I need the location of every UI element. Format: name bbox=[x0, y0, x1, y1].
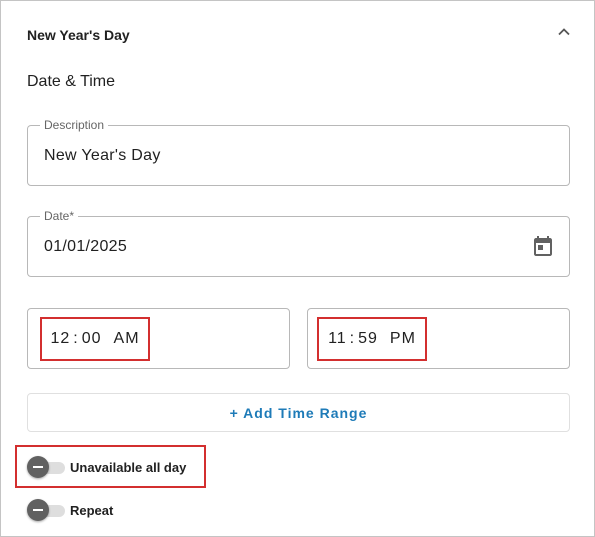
start-time-highlight[interactable]: 12 : 00 AM bbox=[40, 317, 150, 361]
calendar-icon[interactable] bbox=[531, 234, 555, 258]
panel-title: New Year's Day bbox=[27, 27, 130, 43]
switch-thumb[interactable] bbox=[27, 499, 49, 521]
start-ampm[interactable]: AM bbox=[114, 330, 140, 348]
chevron-up-icon[interactable] bbox=[556, 24, 572, 40]
date-label: Date* bbox=[40, 208, 79, 224]
description-field[interactable]: Description New Year's Day bbox=[27, 117, 570, 186]
description-value: New Year's Day bbox=[44, 147, 161, 164]
unavailable-toggle-row: Unavailable all day bbox=[27, 455, 186, 479]
end-time-highlight[interactable]: 11 : 59 PM bbox=[317, 317, 427, 361]
unavailable-label: Unavailable all day bbox=[70, 459, 187, 475]
time-separator: : bbox=[349, 330, 356, 347]
repeat-label: Repeat bbox=[70, 502, 114, 518]
repeat-switch[interactable] bbox=[27, 498, 67, 522]
end-ampm[interactable]: PM bbox=[390, 330, 416, 348]
end-hour[interactable]: 11 bbox=[328, 330, 347, 348]
start-minute[interactable]: 00 bbox=[82, 330, 102, 348]
holiday-panel: New Year's Day Date & Time Description N… bbox=[0, 0, 595, 537]
section-title: Date & Time bbox=[27, 73, 116, 90]
date-value: 01/01/2025 bbox=[44, 238, 128, 255]
unavailable-switch[interactable] bbox=[27, 455, 67, 479]
end-time-field[interactable]: 11 : 59 PM bbox=[307, 308, 570, 369]
start-time-field[interactable]: 12 : 00 AM bbox=[27, 308, 290, 369]
end-minute[interactable]: 59 bbox=[358, 330, 378, 348]
time-separator: : bbox=[73, 330, 79, 347]
add-time-range-button[interactable]: + Add Time Range bbox=[27, 393, 570, 432]
start-hour[interactable]: 12 bbox=[50, 330, 70, 348]
description-label: Description bbox=[40, 117, 109, 133]
repeat-toggle-row: Repeat bbox=[27, 498, 113, 522]
switch-thumb[interactable] bbox=[27, 456, 49, 478]
date-field[interactable]: Date* 01/01/2025 bbox=[27, 208, 570, 277]
